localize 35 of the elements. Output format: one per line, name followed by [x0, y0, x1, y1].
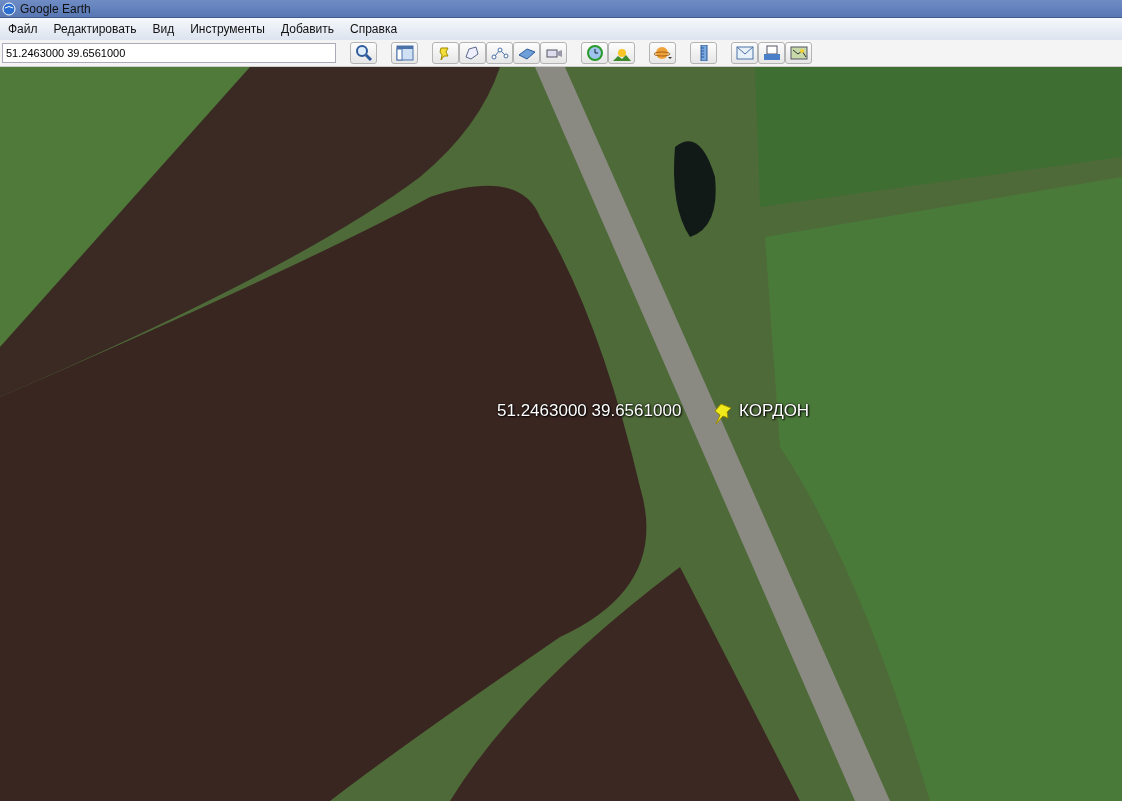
toolbar-button[interactable] — [731, 42, 758, 64]
search-icon — [354, 45, 373, 61]
toolbar-button[interactable] — [649, 42, 676, 64]
print-icon — [762, 45, 781, 61]
toolbar-button[interactable] — [459, 42, 486, 64]
email-icon — [735, 45, 754, 61]
search-button[interactable] — [350, 42, 377, 64]
coordinates-label: 51.2463000 39.6561000 — [497, 401, 682, 421]
toolbar-button[interactable] — [513, 42, 540, 64]
toolbar-button[interactable] — [486, 42, 513, 64]
menu-item[interactable]: Вид — [144, 22, 183, 36]
toolbar-button[interactable] — [581, 42, 608, 64]
planet-icon — [653, 45, 672, 61]
overlay-add-icon — [517, 45, 536, 61]
menu-item[interactable]: Инструменты — [182, 22, 273, 36]
search-field[interactable]: 51.2463000 39.6561000 — [2, 43, 336, 63]
toolbar-button[interactable] — [391, 42, 418, 64]
menu-item[interactable]: Добавить — [272, 22, 342, 36]
sidebar-icon — [395, 45, 414, 61]
menu-item[interactable]: Редактировать — [45, 22, 145, 36]
toolbar-button[interactable] — [432, 42, 459, 64]
toolbar-button[interactable] — [758, 42, 785, 64]
toolbar-button[interactable] — [540, 42, 567, 64]
menu-item[interactable]: Справка — [342, 22, 406, 36]
polygon-add-icon — [463, 45, 482, 61]
earth-logo-icon — [2, 1, 16, 16]
toolbar-button[interactable] — [690, 42, 717, 64]
map-icon — [789, 45, 808, 61]
path-add-icon — [490, 45, 509, 61]
clock-icon — [585, 45, 604, 61]
placemark-label: КОРДОН — [739, 401, 810, 421]
menu-item[interactable]: Файл — [0, 22, 46, 36]
toolbar-button[interactable] — [785, 42, 812, 64]
window-title: Google Earth — [20, 1, 91, 16]
toolbar-button[interactable] — [608, 42, 635, 64]
